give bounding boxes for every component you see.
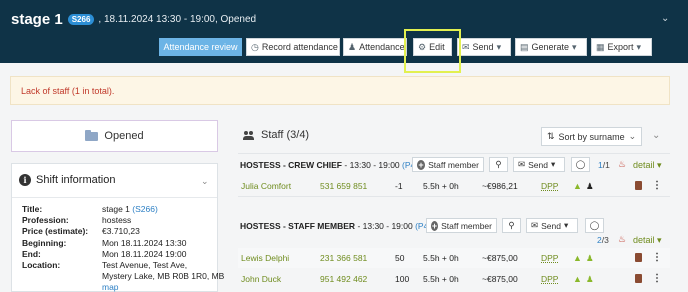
group-pager: 2/3 — [597, 235, 609, 245]
tag-button[interactable]: ◯ — [571, 157, 590, 172]
chevron-down-icon: ▾ — [636, 41, 642, 52]
group-send-button[interactable]: ✉ Send ▾ — [526, 218, 578, 233]
chevron-down-icon: ▾ — [496, 41, 502, 52]
group-pager: 1/1 — [598, 160, 610, 170]
status-opened-card[interactable]: Opened — [11, 120, 218, 152]
staff-title: Staff (3/4) — [261, 129, 310, 141]
more-menu-icon[interactable]: ⋮ — [652, 252, 662, 263]
search-icon: ⚲ — [508, 220, 515, 230]
staff-warning-alert: Lack of staff (1 in total). — [10, 76, 670, 105]
staff-name[interactable]: Lewis Delphi — [241, 253, 289, 263]
shift-meta: , 18.11.2024 13:30 - 19:00, Opened — [98, 14, 257, 25]
trash-icon[interactable] — [635, 181, 642, 190]
group-crew-chief-title: HOSTESS - CREW CHIEF - 13:30 - 19:00 (P4… — [240, 160, 428, 170]
detail-toggle[interactable]: detail ▾ — [633, 235, 662, 246]
detail-toggle[interactable]: detail ▾ — [633, 160, 662, 171]
staff-price: ~€875,00 — [482, 274, 518, 284]
search-button[interactable]: ⚲ — [502, 218, 521, 233]
staff-hours: 5.5h + 0h — [423, 181, 459, 191]
chevron-down-icon: ⌄ — [628, 131, 637, 141]
attendance-button[interactable]: ♟ Attendance — [343, 38, 407, 56]
clock-user-icon: ◷ — [251, 41, 259, 52]
tag-icon: ◯ — [589, 220, 600, 230]
more-menu-icon[interactable]: ⋮ — [652, 273, 662, 284]
contract-type[interactable]: DPP — [541, 274, 558, 284]
staff-price: ~€875,00 — [482, 253, 518, 263]
user-plus-icon[interactable]: ♟ — [586, 253, 594, 264]
staff-hours: 5.5h + 0h — [423, 253, 459, 263]
table-row[interactable]: Julia Comfort 531 659 851 -1 5.5h + 0h ~… — [238, 176, 670, 196]
envelope-icon: ✉ — [518, 159, 526, 169]
search-button[interactable]: ⚲ — [489, 157, 508, 172]
staff-name[interactable]: Julia Comfort — [241, 181, 291, 191]
shift-information-header[interactable]: i Shift information — [19, 174, 115, 186]
add-staff-member-button[interactable]: + Staff member — [426, 218, 497, 233]
table-row[interactable]: John Duck 951 492 462 100 5.5h + 0h ~€87… — [238, 269, 670, 289]
export-button[interactable]: ▦ Export ▾ — [591, 38, 652, 56]
plus-icon: + — [417, 159, 426, 170]
table-row[interactable]: Lewis Delphi 231 366 581 50 5.5h + 0h ~€… — [238, 248, 670, 268]
tag-icon: ◯ — [575, 159, 586, 169]
export-icon: ▦ — [596, 41, 605, 52]
edit-highlight-box — [404, 29, 461, 73]
divider — [238, 196, 670, 197]
staff-phone[interactable]: 951 492 462 — [320, 274, 367, 284]
shift-header: stage 1 S266 , 18.11.2024 13:30 - 19:00,… — [0, 0, 688, 63]
lock-icon: ▲ — [573, 181, 582, 191]
contract-type[interactable]: DPP — [541, 253, 558, 263]
lock-icon: ▲ — [573, 274, 582, 284]
shift-title: stage 1 — [11, 11, 63, 28]
staff-hours: 5.5h + 0h — [423, 274, 459, 284]
search-icon: ⚲ — [495, 159, 502, 169]
sort-dropdown[interactable]: ⇅ Sort by surname ⌄ — [541, 127, 642, 146]
staff-phone[interactable]: 531 659 851 — [320, 181, 367, 191]
staff-number: -1 — [395, 181, 403, 191]
shift-information-panel: i Shift information ⌄ Title: stage 1 (S26… — [11, 163, 224, 292]
chevron-down-icon: ▾ — [563, 220, 569, 230]
trash-icon[interactable] — [635, 274, 642, 283]
info-icon: i — [19, 174, 31, 186]
plus-icon: + — [431, 220, 439, 231]
send-button[interactable]: ✉ Send ▾ — [457, 38, 511, 56]
group-send-button[interactable]: ✉ Send ▾ — [513, 157, 565, 172]
chevron-down-icon[interactable]: ⌄ — [652, 130, 660, 141]
staff-number: 100 — [395, 274, 410, 284]
add-staff-member-button[interactable]: + Staff member — [412, 157, 484, 172]
divider — [12, 197, 217, 198]
user-plus-icon[interactable]: ♟ — [586, 274, 594, 285]
divider — [238, 153, 670, 154]
staff-price: ~€986,21 — [482, 181, 518, 191]
sort-icon: ⇅ — [547, 131, 555, 141]
shift-title-bar: stage 1 S266 , 18.11.2024 13:30 - 19:00,… — [11, 11, 256, 28]
collapse-chevron-icon[interactable]: ⌄ — [661, 13, 669, 24]
bell-icon[interactable]: ♨ — [618, 234, 626, 245]
chevron-down-icon: ▾ — [550, 159, 556, 169]
more-menu-icon[interactable]: ⋮ — [652, 180, 662, 191]
record-attendance-button[interactable]: ◷ Record attendance — [246, 38, 340, 56]
tag-button[interactable]: ◯ — [585, 218, 604, 233]
staff-header: Staff (3/4) — [243, 129, 309, 141]
staff-phone[interactable]: 231 366 581 — [320, 253, 367, 263]
staff-number: 50 — [395, 253, 405, 263]
users-icon: ♟ — [348, 41, 357, 52]
attendance-review-button[interactable]: Attendance review — [159, 38, 242, 56]
generate-button[interactable]: ▤ Generate ▾ — [515, 38, 587, 56]
chevron-down-icon: ▾ — [572, 41, 577, 52]
users-icon — [243, 130, 255, 140]
lock-icon: ▲ — [573, 253, 582, 263]
envelope-icon: ✉ — [462, 41, 470, 52]
trash-icon[interactable] — [635, 253, 642, 262]
group-staff-member-title: HOSTESS - STAFF MEMBER - 13:30 - 19:00 (… — [240, 221, 441, 231]
chevron-down-icon[interactable]: ⌄ — [201, 176, 209, 187]
bell-icon[interactable]: ♨ — [618, 159, 626, 170]
user-check-icon[interactable]: ♟ — [586, 181, 594, 192]
document-icon: ▤ — [520, 41, 529, 52]
shift-code-badge: S266 — [67, 14, 95, 25]
status-label: Opened — [104, 130, 144, 142]
contract-type[interactable]: DPP — [541, 181, 558, 191]
envelope-icon: ✉ — [531, 220, 539, 230]
folder-icon — [85, 129, 99, 141]
staff-name[interactable]: John Duck — [241, 274, 281, 284]
